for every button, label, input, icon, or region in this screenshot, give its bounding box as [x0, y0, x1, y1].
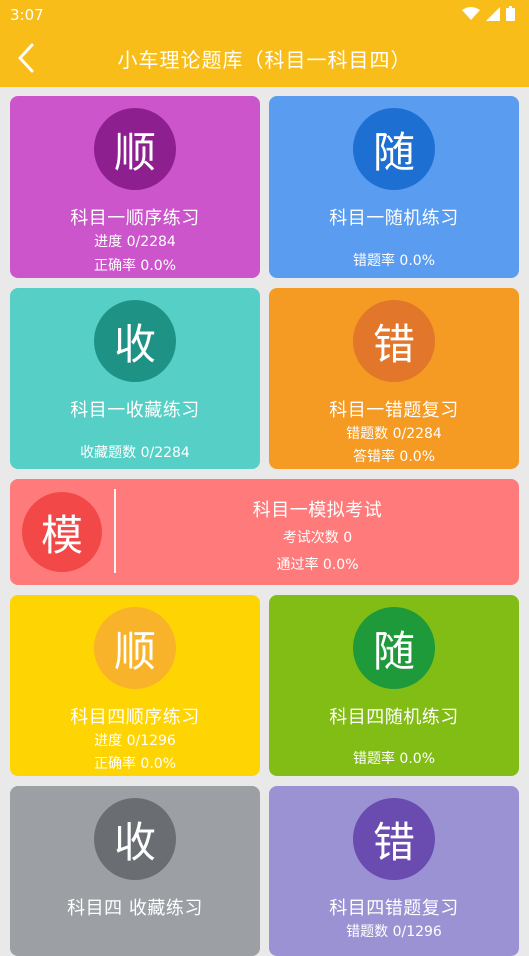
sequential-icon: 顺 [94, 607, 176, 689]
favorites-icon: 收 [94, 300, 176, 382]
accuracy-text: 正确率 0.0% [93, 756, 177, 772]
error-rate-text: 错题率 0.0% [352, 253, 436, 269]
card-label: 科目四错题复习 [329, 898, 459, 919]
card-k4-wrong-review[interactable]: 错 科目四错题复习 错题数 0/1296 [269, 786, 519, 956]
card-label: 科目四 收藏练习 [67, 898, 203, 919]
favorites-count-text: 收藏题数 0/2284 [80, 445, 190, 461]
card-k4-favorites[interactable]: 收 科目四 收藏练习 [10, 786, 260, 956]
card-k1-random[interactable]: 随 科目一随机练习 错题率 0.0% [269, 96, 519, 278]
card-label: 科目一模拟考试 [252, 500, 383, 521]
random-icon: 随 [353, 108, 435, 190]
card-label: 科目一顺序练习 [70, 208, 200, 229]
battery-icon [506, 6, 515, 21]
page-title: 小车理论题库（科目一科目四） [117, 48, 412, 72]
wifi-icon [462, 6, 480, 20]
card-k1-wrong-review[interactable]: 错 科目一错题复习 错题数 0/2284 答错率 0.0% [269, 288, 519, 469]
sequential-icon: 顺 [94, 108, 176, 190]
status-time: 3:07 [10, 6, 44, 24]
exam-count-text: 考试次数 0 [282, 530, 353, 546]
progress-text: 进度 0/2284 [94, 234, 176, 250]
card-label: 科目一收藏练习 [70, 400, 200, 421]
signal-icon [486, 6, 500, 21]
status-icons [462, 6, 515, 21]
wrong-count-text: 错题数 0/2284 [346, 426, 442, 442]
status-bar: 3:07 [0, 0, 529, 30]
exam-icon: 模 [22, 492, 102, 572]
card-label: 科目四随机练习 [329, 707, 459, 728]
favorites-icon: 收 [94, 798, 176, 880]
card-label: 科目四顺序练习 [70, 707, 200, 728]
card-label: 科目一随机练习 [329, 208, 459, 229]
progress-text: 进度 0/1296 [94, 733, 176, 749]
pass-rate-text: 通过率 0.0% [276, 557, 359, 573]
accuracy-text: 正确率 0.0% [93, 258, 177, 274]
card-k4-random[interactable]: 随 科目四随机练习 错题率 0.0% [269, 595, 519, 776]
app-bar: 小车理论题库（科目一科目四） [0, 30, 529, 87]
wrong-rate-text: 答错率 0.0% [352, 449, 436, 465]
error-rate-text: 错题率 0.0% [352, 751, 436, 767]
card-k1-sequential[interactable]: 顺 科目一顺序练习 进度 0/2284 正确率 0.0% [10, 96, 260, 278]
random-icon: 随 [353, 607, 435, 689]
card-k4-sequential[interactable]: 顺 科目四顺序练习 进度 0/1296 正确率 0.0% [10, 595, 260, 776]
card-label: 科目一错题复习 [329, 400, 459, 421]
card-k1-mock-exam[interactable]: 模 科目一模拟考试 考试次数 0 通过率 0.0% [10, 479, 519, 585]
wrong-count-text: 错题数 0/1296 [346, 924, 442, 940]
wrong-icon: 错 [353, 300, 435, 382]
wrong-icon: 错 [353, 798, 435, 880]
card-k1-favorites[interactable]: 收 科目一收藏练习 收藏题数 0/2284 [10, 288, 260, 469]
